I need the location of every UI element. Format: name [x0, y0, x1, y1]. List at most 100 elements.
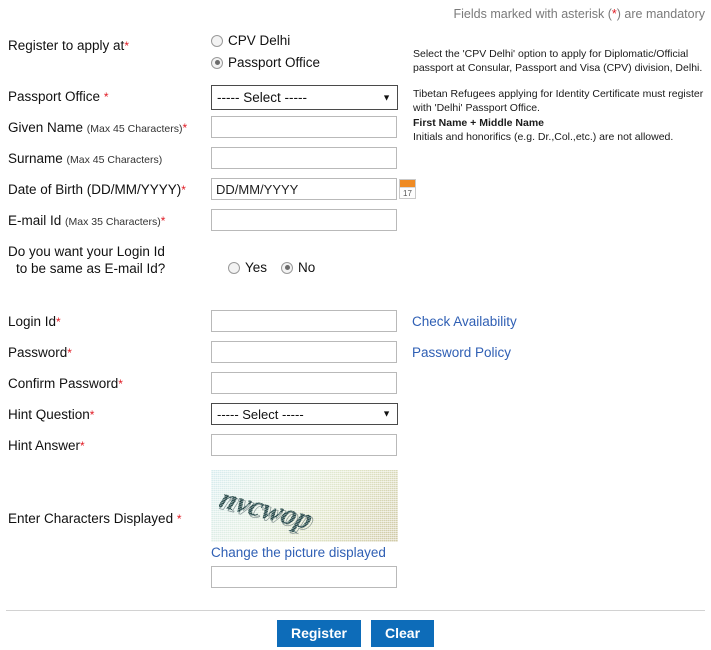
radio-option-no[interactable]: No [281, 260, 315, 275]
row-login-same-as-email: Do you want your Login Id to be same as … [0, 240, 711, 288]
captcha-text: nvcwop nvcwop [219, 474, 389, 534]
password-policy-link[interactable]: Password Policy [412, 345, 511, 360]
row-email: E-mail Id (Max 35 Characters)* [0, 209, 711, 240]
calendar-icon-bar [400, 180, 415, 188]
passport-office-select[interactable]: ----- Select ----- ▼ [211, 85, 398, 110]
radio-cpv-delhi-icon[interactable] [211, 34, 223, 47]
required-asterisk: * [118, 377, 123, 391]
hint-given-name-text: Initials and honorifics (e.g. Dr.,Col.,e… [413, 131, 674, 144]
row-register-at: Register to apply at* CPV Delhi Passport… [0, 33, 711, 85]
row-passport-office: Passport Office * ----- Select ----- ▼ T… [0, 85, 711, 116]
mandatory-fields-note: Fields marked with asterisk (*) are mand… [454, 7, 705, 21]
field-captcha: nvcwop nvcwop Change the picture display… [211, 470, 407, 588]
row-hint-answer: Hint Answer* [0, 434, 711, 465]
clear-button[interactable]: Clear [371, 620, 435, 647]
label-email-text: E-mail Id [8, 213, 62, 228]
field-hint-answer [211, 434, 407, 456]
required-asterisk: * [182, 121, 188, 135]
radio-no-icon[interactable] [281, 261, 294, 274]
field-password [211, 341, 407, 363]
row-hint-question: Hint Question* ----- Select ----- ▼ [0, 403, 711, 434]
radio-option-passport-office[interactable]: Passport Office [211, 55, 407, 70]
password-input[interactable] [211, 341, 397, 363]
row-login-id: Login Id* Check Availability [0, 310, 711, 341]
radio-option-yes[interactable]: Yes [228, 260, 267, 275]
required-asterisk: * [160, 214, 166, 228]
row-given-name: Given Name (Max 45 Characters)* First Na… [0, 116, 711, 147]
field-passport-office: ----- Select ----- ▼ [211, 85, 407, 110]
check-availability-link[interactable]: Check Availability [412, 314, 517, 329]
label-given-name-sub: (Max 45 Characters) [86, 123, 183, 135]
hint-question-select-value: ----- Select ----- [217, 406, 304, 422]
email-input[interactable] [211, 209, 397, 231]
captcha-change-row: Change the picture displayed [211, 542, 407, 560]
hint-answer-input[interactable] [211, 434, 397, 456]
radio-yes-label: Yes [245, 260, 268, 275]
hint-password: Password Policy [407, 341, 711, 362]
field-email [211, 209, 407, 231]
row-captcha: Enter Characters Displayed * nvcwop nvcw… [0, 470, 711, 595]
label-login-id-text: Login Id [8, 314, 57, 329]
hint-given-name: First Name + Middle Name Initials and ho… [407, 116, 711, 144]
label-given-name-text: Given Name [8, 120, 84, 135]
label-surname-text: Surname [8, 151, 63, 166]
date-of-birth-input[interactable] [211, 178, 397, 200]
row-password: Password* Password Policy [0, 341, 711, 372]
label-date-of-birth-text: Date of Birth (DD/MM/YYYY) [8, 182, 182, 197]
label-login-same-line2: to be same as E-mail Id? [16, 260, 166, 276]
field-register-at: CPV Delhi Passport Office [211, 33, 407, 70]
radio-group-login-same: Yes No [211, 240, 407, 275]
change-picture-link[interactable]: Change the picture displayed [211, 545, 386, 560]
chevron-down-icon: ▼ [382, 92, 391, 102]
confirm-password-input[interactable] [211, 372, 397, 394]
surname-input[interactable] [211, 147, 397, 169]
hint-question-select[interactable]: ----- Select ----- ▼ [211, 403, 398, 425]
radio-yes-icon[interactable] [228, 261, 240, 274]
mandatory-note-prefix: Fields marked with asterisk ( [453, 7, 612, 21]
field-surname [211, 147, 407, 169]
hint-register-at: Select the 'CPV Delhi' option to apply f… [413, 48, 703, 75]
label-password-text: Password [8, 345, 68, 360]
registration-form: Register to apply at* CPV Delhi Passport… [0, 33, 711, 595]
row-confirm-password: Confirm Password* [0, 372, 711, 403]
required-asterisk: * [176, 512, 182, 526]
label-email-sub: (Max 35 Characters) [65, 216, 161, 228]
calendar-icon-day: 17 [403, 189, 412, 198]
label-captcha: Enter Characters Displayed * [0, 470, 211, 528]
passport-office-select-value: ----- Select ----- [217, 90, 307, 105]
field-confirm-password [211, 372, 407, 394]
field-given-name [211, 116, 407, 138]
radio-cpv-delhi-label: CPV Delhi [228, 33, 291, 48]
login-id-input[interactable] [211, 310, 397, 332]
register-button[interactable]: Register [276, 620, 361, 647]
captcha-input[interactable] [211, 566, 397, 588]
given-name-input[interactable] [211, 116, 397, 138]
required-asterisk: * [56, 315, 61, 329]
field-date-of-birth: 17 [211, 178, 416, 200]
label-hint-answer-text: Hint Answer [8, 438, 81, 453]
required-asterisk: * [80, 439, 85, 453]
label-captcha-text: Enter Characters Displayed [8, 511, 174, 526]
label-password: Password* [0, 341, 211, 362]
required-asterisk: * [181, 183, 186, 197]
footer-divider [6, 610, 705, 611]
field-login-id [211, 310, 407, 332]
label-register-at: Register to apply at* [0, 33, 211, 55]
radio-option-cpv-delhi[interactable]: CPV Delhi [211, 33, 407, 48]
label-login-id: Login Id* [0, 310, 211, 331]
hint-login-id: Check Availability [407, 310, 711, 331]
label-confirm-password-text: Confirm Password [8, 376, 119, 391]
registration-page: Fields marked with asterisk ( * ) are mand… [0, 0, 711, 650]
label-hint-answer: Hint Answer* [0, 434, 211, 455]
hint-passport-office: Tibetan Refugees applying for Identity C… [413, 88, 704, 115]
radio-passport-office-icon[interactable] [211, 56, 223, 69]
hint-given-name-bold: First Name + Middle Name [413, 117, 544, 129]
radio-passport-office-label: Passport Office [228, 55, 321, 70]
row-date-of-birth: Date of Birth (DD/MM/YYYY)* 17 [0, 178, 711, 209]
radio-no-label: No [298, 260, 316, 275]
label-date-of-birth: Date of Birth (DD/MM/YYYY)* [0, 178, 211, 199]
mandatory-note-suffix: ) are mandatory [616, 7, 705, 21]
row-surname: Surname (Max 45 Characters) [0, 147, 711, 178]
label-confirm-password: Confirm Password* [0, 372, 211, 393]
calendar-icon[interactable]: 17 [399, 179, 416, 199]
